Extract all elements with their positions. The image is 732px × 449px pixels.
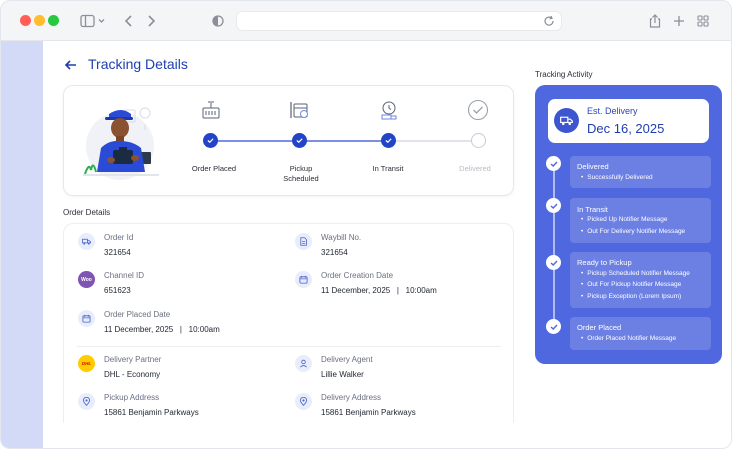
delivery-person-illustration <box>83 107 159 180</box>
close-window-button[interactable] <box>20 15 31 26</box>
timeline-event-item: Picked Up Notifier Message <box>581 216 667 223</box>
check-icon <box>385 138 392 144</box>
truck-icon <box>554 108 579 133</box>
channel-id-value: 651623 <box>104 286 131 295</box>
user-icon <box>295 355 312 372</box>
browser-toolbar <box>1 1 731 41</box>
left-sidebar <box>1 41 43 448</box>
timeline-event-item: Successfully Delivered <box>581 174 652 181</box>
step-label-delivered: Delivered <box>459 164 491 173</box>
order-placed-date-label: Order Placed Date <box>104 310 171 319</box>
document-icon <box>295 233 312 250</box>
timeline-event-delivered <box>570 156 711 188</box>
tab-overview-icon[interactable] <box>696 12 710 30</box>
timeline-event-title: Delivered <box>577 162 609 171</box>
woocommerce-logo-icon: Woo <box>78 271 95 288</box>
dhl-logo-icon: DHL <box>78 355 95 372</box>
order-creation-date-label: Order Creation Date <box>321 271 394 280</box>
browser-window: Tracking Details Order Placed Pickup Sch… <box>0 0 732 449</box>
step-label-order-placed: Order Placed <box>191 164 237 173</box>
timeline-event-item: Order Placed Notifier Message <box>581 335 676 342</box>
check-icon <box>207 138 214 144</box>
step-node-in-transit <box>381 133 396 148</box>
location-pin-icon <box>295 393 312 410</box>
tracking-activity-heading: Tracking Activity <box>535 70 593 79</box>
timeline-event-title: Order Placed <box>577 323 622 332</box>
timeline-event-item: Out For Pickup Notifier Message <box>581 281 681 288</box>
order-placed-icon <box>202 101 220 119</box>
timeline-event-title: Ready to Pickup <box>577 258 632 267</box>
delivered-icon <box>467 99 489 121</box>
delivery-address-value: 15861 Benjamin Parkways <box>321 408 416 417</box>
calendar-icon <box>78 310 95 327</box>
delivery-partner-value: DHL - Economy <box>104 370 161 379</box>
minimize-window-button[interactable] <box>34 15 45 26</box>
delivery-agent-value: Lillie Walker <box>321 370 364 379</box>
details-divider <box>77 346 501 347</box>
step-node-delivered <box>471 133 486 148</box>
truck-icon <box>78 233 95 250</box>
back-nav-icon[interactable] <box>121 12 135 30</box>
new-tab-icon[interactable] <box>672 12 686 30</box>
location-pin-icon <box>78 393 95 410</box>
waybill-value: 321654 <box>321 248 348 257</box>
timeline-check-icon <box>546 198 561 213</box>
in-transit-icon <box>381 101 397 120</box>
page-title: Tracking Details <box>88 56 188 72</box>
step-label-pickup-scheduled: Pickup Scheduled <box>283 164 319 183</box>
sidebar-toggle-icon[interactable] <box>80 12 106 30</box>
timeline-check-icon <box>546 156 561 171</box>
est-delivery-label: Est. Delivery <box>587 106 638 116</box>
timeline-check-icon <box>546 319 561 334</box>
pickup-scheduled-icon <box>290 102 308 118</box>
timeline-event-item: Out For Delivery Notifier Message <box>581 228 685 235</box>
back-arrow-icon[interactable] <box>64 58 78 72</box>
check-icon <box>296 138 303 144</box>
reload-icon[interactable] <box>543 15 555 27</box>
timeline-check-icon <box>546 255 561 270</box>
order-id-label: Order Id <box>104 233 134 242</box>
timeline-line <box>553 163 555 327</box>
delivery-partner-label: Delivery Partner <box>104 355 162 364</box>
privacy-shield-icon[interactable] <box>211 12 225 30</box>
timeline-event-order-placed <box>570 317 711 350</box>
channel-id-label: Channel ID <box>104 271 145 280</box>
pickup-address-value: 15861 Benjamin Parkways <box>104 408 199 417</box>
forward-nav-icon[interactable] <box>145 12 159 30</box>
order-placed-date-value: 11 December, 2025 | 10:00am <box>104 325 220 334</box>
share-icon[interactable] <box>648 12 662 30</box>
progress-line-pending <box>389 140 478 142</box>
order-creation-date-value: 11 December, 2025 | 10:00am <box>321 286 437 295</box>
delivery-address-label: Delivery Address <box>321 393 382 402</box>
calendar-icon <box>295 271 312 288</box>
timeline-event-title: In Transit <box>577 205 608 214</box>
waybill-label: Waybill No. <box>321 233 362 242</box>
order-id-value: 321654 <box>104 248 131 257</box>
pickup-address-label: Pickup Address <box>104 393 160 402</box>
step-label-in-transit: In Transit <box>372 164 404 173</box>
step-node-pickup-scheduled <box>292 133 307 148</box>
timeline-event-item: Pickup Exception (Lorem Ipsum) <box>581 293 681 300</box>
maximize-window-button[interactable] <box>48 15 59 26</box>
est-delivery-date: Dec 16, 2025 <box>587 121 665 136</box>
delivery-agent-label: Delivery Agent <box>321 355 373 364</box>
timeline-event-item: Pickup Scheduled Notifier Message <box>581 270 690 277</box>
step-node-order-placed <box>203 133 218 148</box>
address-bar[interactable] <box>236 11 562 31</box>
order-details-heading: Order Details <box>63 208 111 217</box>
